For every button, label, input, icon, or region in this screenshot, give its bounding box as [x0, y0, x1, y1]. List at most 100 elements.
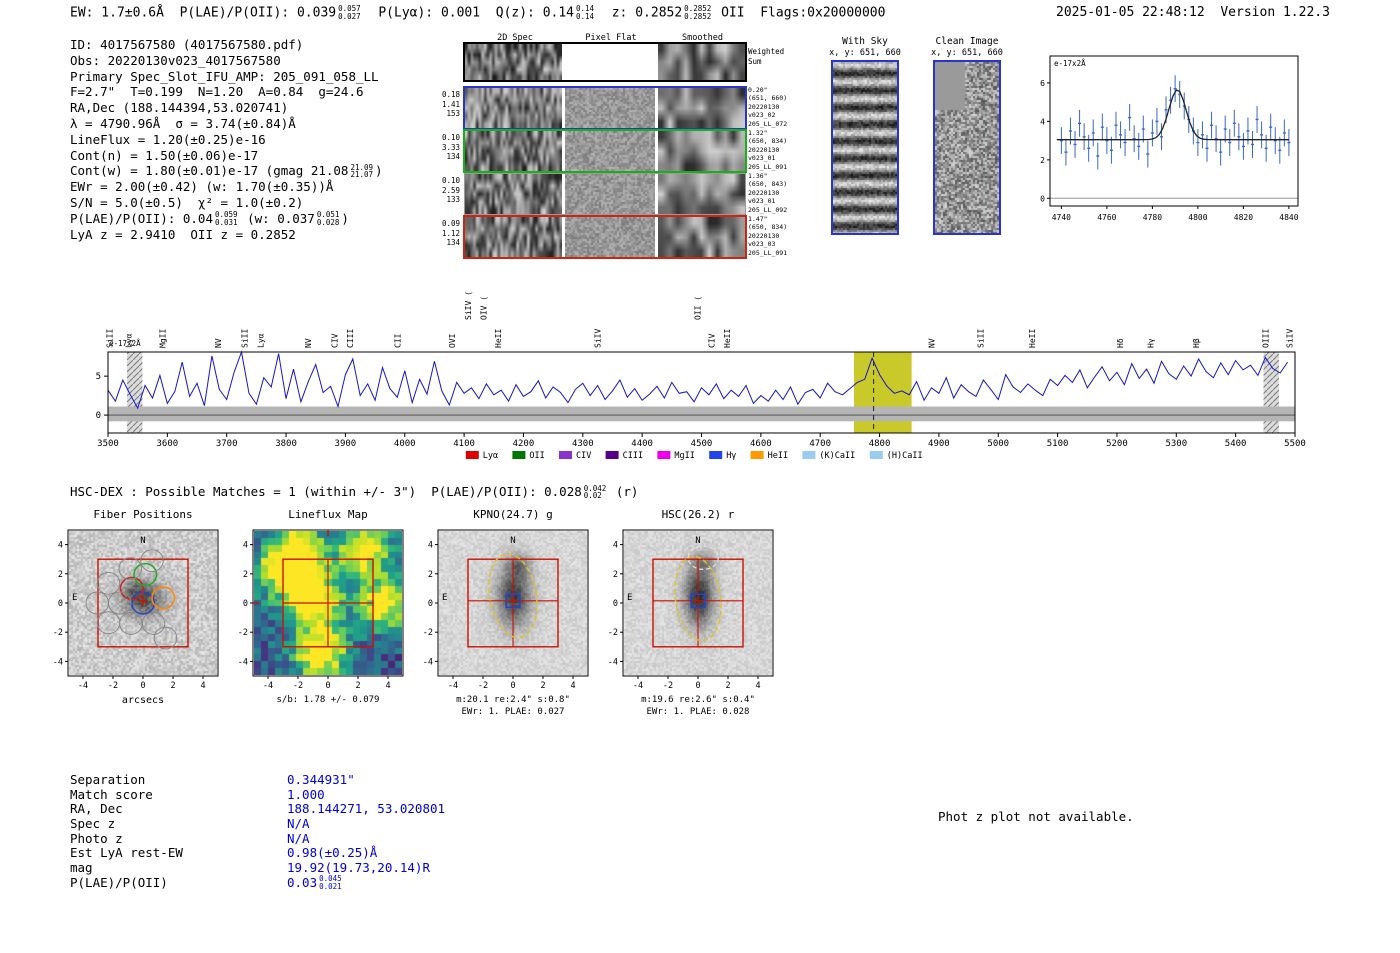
svg-text:(H)CaII: (H)CaII [887, 451, 923, 461]
svg-text:3700: 3700 [216, 439, 238, 449]
stacked-uncertainty: 0.14 0.14 [576, 4, 595, 21]
lineflux-axes-overlay: -4 -4 -2 -2 0 0 2 2 4 4 [238, 529, 404, 691]
svg-text:2: 2 [613, 570, 618, 580]
svg-text:(K)CaII: (K)CaII [819, 451, 855, 461]
svg-text:5300: 5300 [1165, 439, 1187, 449]
text-segment: 1.000 [287, 786, 325, 802]
match-field-label: Match score [70, 786, 153, 802]
smoothed-strip [658, 88, 745, 128]
info-line: ID: 4017567580 (4017567580.pdf) [70, 37, 383, 53]
svg-text:2: 2 [170, 681, 175, 691]
svg-text:5500: 5500 [1284, 439, 1306, 449]
svg-text:OIII: OIII [1261, 329, 1270, 348]
pixelflat-strip [565, 88, 655, 128]
text-segment: ) [375, 163, 383, 179]
clean-image-subtitle: x, y: 651, 660 [931, 48, 1003, 58]
cutout-caption-kpno: m:20.1 re:2.4" s:0.8" [456, 695, 570, 705]
svg-text:N: N [510, 536, 515, 546]
svg-text:-2: -2 [238, 628, 248, 638]
svg-text:0: 0 [510, 681, 515, 691]
svg-text:-4: -4 [608, 657, 618, 667]
text-segment: N/A [287, 830, 310, 846]
text-segment: EW: 1.7±0.6Å P(LAE)/P(OII): 0.039 [70, 5, 337, 21]
svg-text:4900: 4900 [928, 439, 950, 449]
pixelflat-strip [565, 131, 655, 171]
svg-text:4820: 4820 [1234, 213, 1253, 222]
svg-text:-4: -4 [78, 681, 88, 691]
svg-text:NV: NV [214, 338, 223, 348]
match-field-label: mag [70, 860, 93, 876]
svg-text:4: 4 [243, 541, 248, 551]
svg-text:4400: 4400 [631, 439, 653, 449]
stacked-uncertainty: 0.2852 0.2852 [684, 4, 712, 21]
svg-text:4: 4 [200, 681, 205, 691]
svg-text:4000: 4000 [394, 439, 416, 449]
svg-text:4: 4 [58, 541, 63, 551]
svg-text:-2: -2 [663, 681, 673, 691]
svg-text:Hγ: Hγ [1147, 338, 1156, 348]
svg-text:5400: 5400 [1225, 439, 1247, 449]
text-segment: 19.92(19.73,20.14)R [287, 860, 430, 876]
line-fit-plot: 4740 4760 4780 4800 4820 4840 0 2 4 6 e-17x2Å [1040, 55, 1299, 222]
info-line: LyA z = 2.9410 OII z = 0.2852 [70, 227, 383, 243]
catalog-match-table: Separation 0.344931" Match score 1.000 RA, D… [70, 772, 445, 890]
svg-text:-4: -4 [423, 657, 433, 667]
spec2d-row-frame [463, 129, 747, 173]
spec2d-strip [465, 88, 562, 128]
spec2d-row-frame [464, 173, 746, 215]
smoothed-strip [658, 174, 745, 214]
spec2d-row-annotation: 1.32" (650, 834) 20220130 v023_01 205_LL… [748, 129, 788, 171]
svg-text:MgII: MgII [674, 451, 694, 461]
svg-text:0: 0 [243, 599, 248, 609]
svg-text:4: 4 [1040, 117, 1045, 126]
svg-text:4740: 4740 [1052, 213, 1071, 222]
svg-text:NV: NV [304, 338, 313, 348]
text-segment: 188.144271, 53.020801 [287, 801, 446, 817]
svg-text:Lyα: Lyα [257, 333, 266, 348]
svg-text:-4: -4 [263, 681, 273, 691]
svg-text:CIII: CIII [346, 329, 355, 348]
svg-text:4760: 4760 [1097, 213, 1116, 222]
match-table-row: Spec z N/A [70, 816, 445, 831]
svg-text:SiIV: SiIV [1286, 329, 1295, 348]
svg-text:2: 2 [1040, 156, 1045, 165]
match-field-value: 19.92(19.73,20.14)R [287, 860, 430, 875]
svg-text:4600: 4600 [750, 439, 772, 449]
svg-text:-2: -2 [478, 681, 488, 691]
cutout-caption-kpno: EWr: 1. PLAE: 0.027 [461, 707, 565, 717]
elixer-report: EW: 1.7±0.6Å P(LAE)/P(OII): 0.039 0.057 0.… [0, 0, 1400, 953]
kpno-axes-overlay: -4 -4 -2 -2 0 0 2 2 4 4 N E [423, 529, 589, 691]
svg-text:2: 2 [58, 570, 63, 580]
text-segment: F=2.7" T=0.199 N=1.20 A=0.84 g=24.6 [70, 84, 364, 100]
info-line: Cont(n) = 1.50(±0.06)e-17 [70, 148, 383, 164]
svg-text:E: E [72, 593, 77, 603]
spec2d-strip [465, 174, 562, 214]
text-segment: Obs: 20220130v023_4017567580 [70, 52, 281, 68]
svg-text:2: 2 [428, 570, 433, 580]
cutout-title-hsc: HSC(26.2) r [661, 508, 735, 521]
spec2d-row-annotation: 1.36" (650, 843) 20220130 v023_01 205_LL… [748, 172, 788, 214]
detection-info-block: ID: 4017567580 (4017567580.pdf) Obs: 2022… [70, 37, 383, 242]
pixelflat-strip [565, 217, 655, 257]
svg-text:HeII: HeII [494, 329, 503, 348]
match-field-label: RA, Dec [70, 801, 123, 817]
svg-text:-4: -4 [633, 681, 643, 691]
svg-text:4200: 4200 [513, 439, 535, 449]
spec2d-row-stats: 0.10 2.59 133 [441, 176, 460, 204]
cutout-title-lineflux: Lineflux Map [288, 508, 368, 521]
text-segment: RA,Dec (188.144394,53.020741) [70, 100, 289, 116]
svg-text:4: 4 [385, 681, 390, 691]
match-field-value: 0.344931" [287, 772, 355, 787]
svg-text:CIV: CIV [331, 333, 340, 348]
text-segment: 0.98(±0.25)Å [287, 845, 378, 861]
spec2d-strip [465, 217, 562, 257]
full-spectrum-plot: 0 5 3500 3600 3700 3800 3900 4000 4100 4200 4300 44… [96, 291, 1306, 461]
svg-text:Lyα: Lyα [483, 451, 498, 461]
svg-text:OVI: OVI [448, 333, 457, 348]
match-table-row: Est LyA rest-EW 0.98(±0.25)Å [70, 845, 445, 860]
withsky-title: With Sky [842, 36, 888, 47]
cutout-caption-fiber: arcsecs [121, 695, 165, 706]
text-segment: 0.344931" [287, 772, 355, 787]
svg-text:SiIV (: SiIV ( [464, 291, 473, 320]
svg-text:0: 0 [428, 599, 433, 609]
